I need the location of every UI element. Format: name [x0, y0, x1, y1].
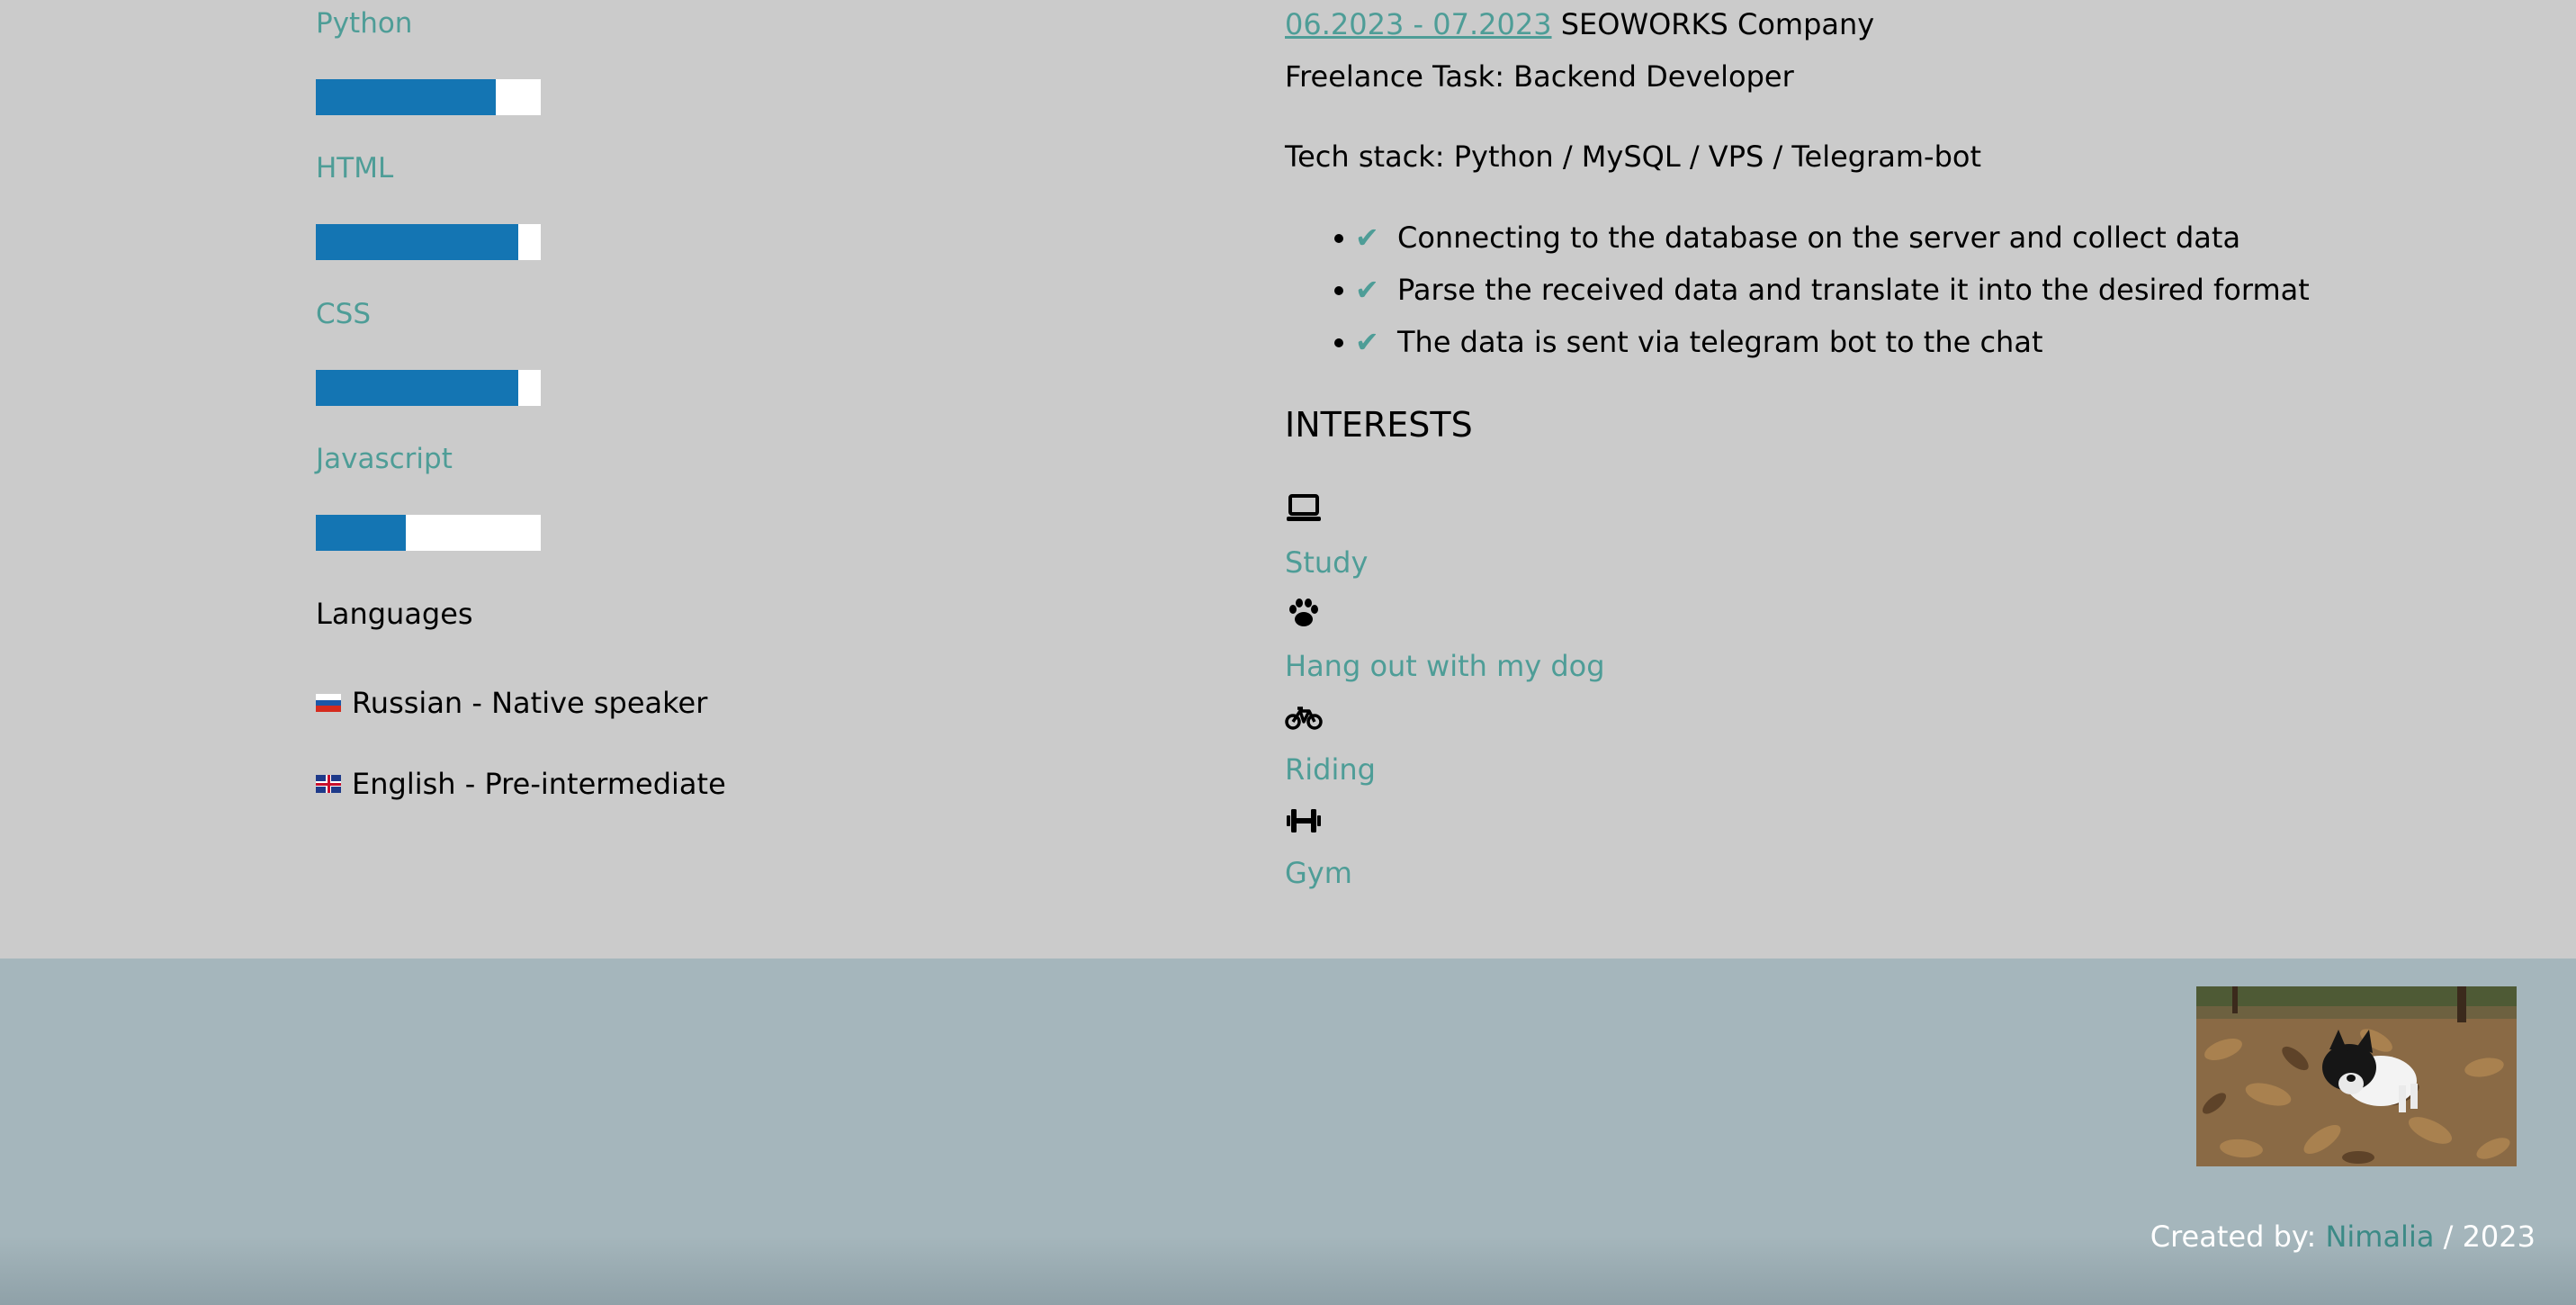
languages-title: Languages	[316, 597, 473, 631]
skill-bar-css	[316, 370, 541, 406]
list-item: ✔ The data is sent via telegram bot to t…	[1285, 319, 2310, 371]
skill-bar-fill	[316, 224, 518, 260]
skill-name-python: Python	[316, 7, 413, 40]
job-header: 06.2023 - 07.2023 SEOWORKS Company	[1285, 7, 1874, 41]
skill-bar-javascript	[316, 515, 541, 551]
skill-name-css: CSS	[316, 298, 372, 330]
language-text: English - Pre-intermediate	[352, 767, 726, 801]
task-text: The data is sent via telegram bot to the…	[1396, 325, 2043, 359]
task-list: ✔ Connecting to the database on the serv…	[1285, 214, 2310, 371]
interests-title: INTERESTS	[1285, 405, 1473, 445]
job-company: SEOWORKS Company	[1560, 7, 1875, 41]
skill-bar-python	[316, 79, 541, 115]
tech-stack: Tech stack: Python / MySQL / VPS / Teleg…	[1285, 140, 1982, 174]
job-role: Freelance Task: Backend Developer	[1285, 59, 1794, 94]
skill-bar-fill	[316, 79, 496, 115]
footer-credit: Created by: Nimalia / 2023	[2150, 1220, 2536, 1254]
task-text: Connecting to the database on the server…	[1396, 220, 2241, 255]
credit-prefix: Created by:	[2150, 1220, 2317, 1254]
dog-photo	[2196, 986, 2517, 1166]
laptop-icon	[1287, 494, 1321, 521]
list-item: ✔ Parse the received data and translate …	[1285, 266, 2310, 319]
language-text: Russian - Native speaker	[352, 686, 708, 720]
credit-suffix: / 2023	[2443, 1220, 2536, 1254]
interest-label-dog: Hang out with my dog	[1285, 649, 1605, 683]
dumbbell-icon	[1287, 809, 1321, 832]
uk-flag-icon	[316, 775, 341, 793]
skill-name-javascript: Javascript	[316, 443, 453, 475]
bullet-dot	[1334, 286, 1343, 295]
skill-bar-fill	[316, 515, 406, 551]
skill-bar-fill	[316, 370, 518, 406]
skill-bar-html	[316, 224, 541, 260]
bullet-dot	[1334, 234, 1343, 243]
skill-name-html: HTML	[316, 152, 394, 184]
task-text: Parse the received data and translate it…	[1396, 273, 2310, 307]
checkmark-icon: ✔	[1355, 273, 1379, 307]
language-item-english: English - Pre-intermediate	[316, 767, 726, 801]
checkmark-icon: ✔	[1355, 220, 1379, 255]
job-date-link[interactable]: 06.2023 - 07.2023	[1285, 7, 1552, 41]
russia-flag-icon	[316, 694, 341, 712]
interest-label-study: Study	[1285, 545, 1369, 580]
bicycle-icon	[1285, 706, 1323, 730]
author-link[interactable]: Nimalia	[2325, 1220, 2434, 1254]
bullet-dot	[1334, 338, 1343, 347]
list-item: ✔ Connecting to the database on the serv…	[1285, 214, 2310, 266]
interest-label-gym: Gym	[1285, 856, 1352, 890]
resume-main: Python HTML CSS Javascript Languages Rus…	[0, 0, 2576, 958]
interest-label-riding: Riding	[1285, 752, 1376, 787]
paw-icon	[1289, 598, 1318, 626]
language-item-russian: Russian - Native speaker	[316, 686, 707, 720]
checkmark-icon: ✔	[1355, 325, 1379, 359]
